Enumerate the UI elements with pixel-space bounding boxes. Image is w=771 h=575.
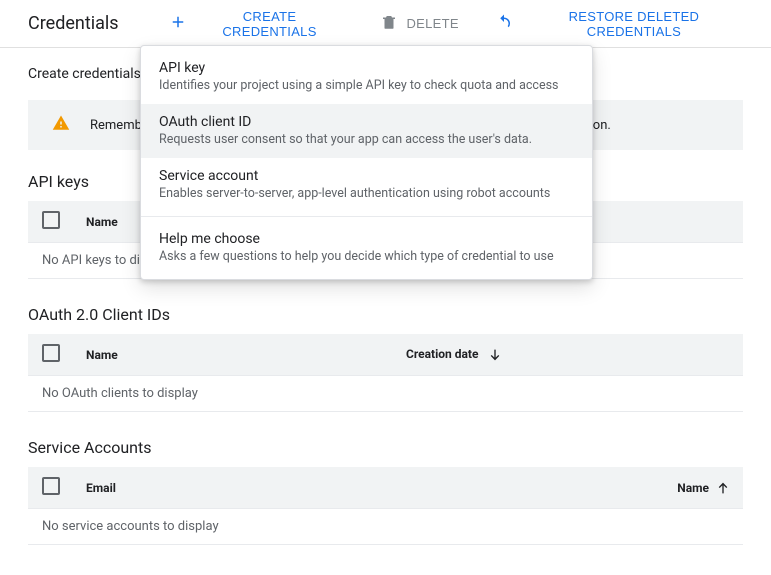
menu-item-desc: Asks a few questions to help you decide …	[159, 249, 574, 264]
select-all-checkbox[interactable]	[42, 211, 60, 229]
page-title: Credentials	[28, 13, 119, 34]
menu-item-desc: Enables server-to-server, app-level auth…	[159, 186, 574, 201]
col-creation-date[interactable]: Creation date	[394, 334, 743, 376]
menu-item-desc: Requests user consent so that your app c…	[159, 132, 574, 147]
undo-icon	[495, 13, 513, 34]
col-name-label[interactable]: Name	[677, 481, 709, 495]
menu-item-api-key[interactable]: API key Identifies your project using a …	[141, 50, 592, 104]
menu-item-title: OAuth client ID	[159, 114, 574, 130]
create-credentials-label: Create Credentials	[195, 9, 345, 39]
menu-item-oauth-client-id[interactable]: OAuth client ID Requests user consent so…	[141, 104, 592, 158]
select-all-cell	[28, 467, 74, 509]
restore-label: Restore Deleted Credentials	[521, 9, 747, 39]
col-email[interactable]: Email Name	[74, 467, 743, 509]
menu-item-title: API key	[159, 60, 574, 76]
select-all-cell	[28, 201, 74, 243]
menu-item-help-me-choose[interactable]: Help me choose Asks a few questions to h…	[141, 221, 592, 275]
delete-label: Delete	[406, 16, 458, 31]
delete-button[interactable]: Delete	[376, 7, 462, 40]
col-name[interactable]: Name	[74, 334, 394, 376]
create-credentials-menu: API key Identifies your project using a …	[140, 45, 593, 280]
top-toolbar: Credentials Create Credentials Delete Re…	[0, 0, 771, 48]
oauth-empty: No OAuth clients to display	[28, 376, 743, 412]
col-creation-date-label: Creation date	[406, 347, 478, 361]
section-heading-service-accounts: Service Accounts	[28, 438, 743, 457]
arrow-up-icon	[715, 480, 731, 496]
service-accounts-table: Email Name No service accounts to displa…	[28, 467, 743, 545]
main-content: Create credentials to access your enable…	[0, 48, 771, 575]
trash-icon	[380, 13, 398, 34]
arrow-down-icon	[487, 347, 503, 363]
select-all-checkbox[interactable]	[42, 344, 60, 362]
select-all-cell	[28, 334, 74, 376]
col-email-label: Email	[86, 481, 116, 495]
menu-item-title: Help me choose	[159, 231, 574, 247]
select-all-checkbox[interactable]	[42, 477, 60, 495]
section-heading-oauth: OAuth 2.0 Client IDs	[28, 305, 743, 324]
plus-icon	[169, 13, 187, 34]
service-accounts-empty: No service accounts to display	[28, 509, 743, 545]
restore-deleted-button[interactable]: Restore Deleted Credentials	[491, 3, 751, 45]
oauth-clients-table: Name Creation date No OAuth clients to d…	[28, 334, 743, 412]
menu-item-title: Service account	[159, 168, 574, 184]
menu-item-service-account[interactable]: Service account Enables server-to-server…	[141, 158, 592, 212]
warning-icon	[52, 114, 70, 136]
menu-item-desc: Identifies your project using a simple A…	[159, 78, 574, 93]
create-credentials-button[interactable]: Create Credentials	[165, 3, 349, 45]
service-accounts-section: Service Accounts Email Name No service a…	[28, 438, 743, 545]
menu-separator	[141, 216, 592, 217]
oauth-clients-section: OAuth 2.0 Client IDs Name Creation date …	[28, 305, 743, 412]
